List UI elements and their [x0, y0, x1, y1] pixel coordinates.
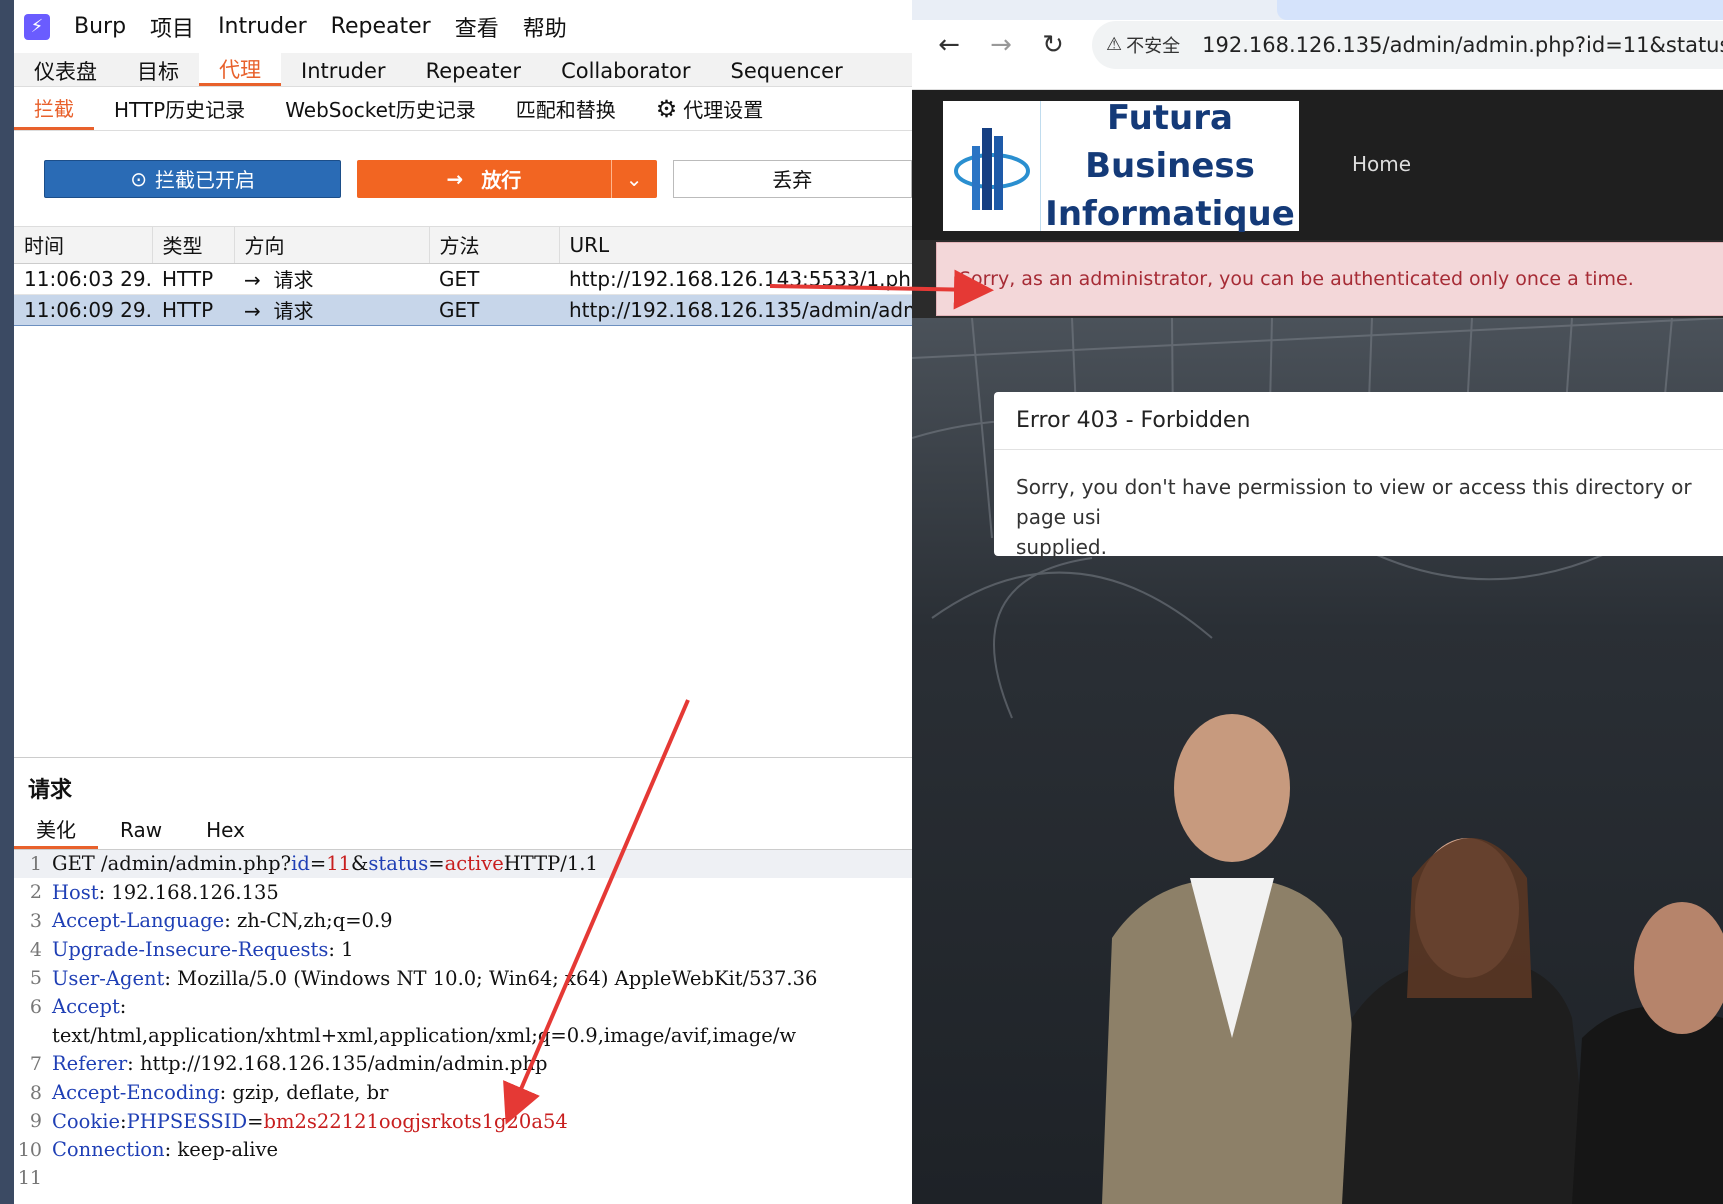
annotation-overlay: [503, 269, 994, 1125]
annotation-arrow-cookie: [503, 699, 690, 1125]
annotation-arrow-url: [769, 269, 994, 310]
